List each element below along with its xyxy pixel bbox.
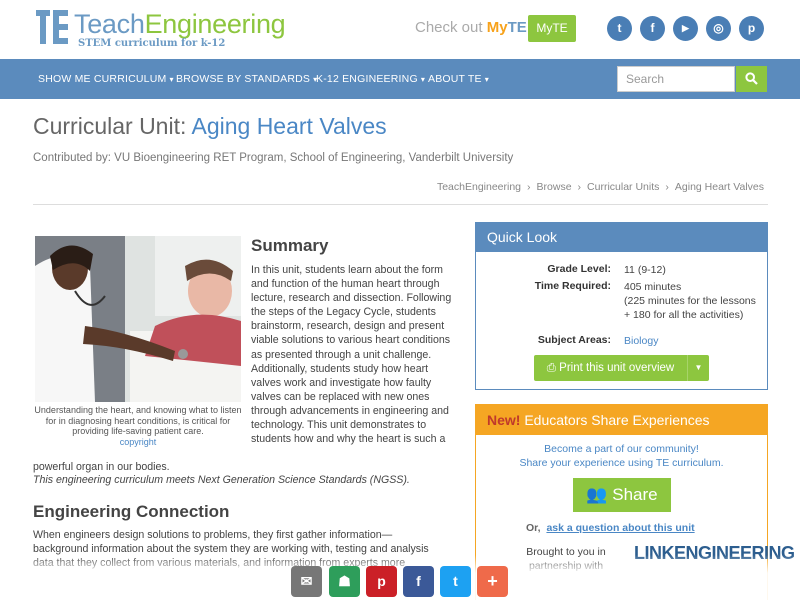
search-icon	[745, 72, 758, 85]
nav-browse-by-standards[interactable]: BROWSE BY STANDARDS ▾	[176, 59, 317, 99]
myte-promo: Check out MyTE	[415, 19, 527, 36]
nav-show-me-curriculum[interactable]: SHOW ME CURRICULUM ▾	[38, 59, 174, 99]
breadcrumb-current: Aging Heart Valves	[674, 181, 764, 193]
site-header: TeachEngineering STEM curriculum for k-1…	[0, 0, 800, 58]
quick-look-heading: Quick Look	[476, 223, 767, 252]
grade-level-label: Grade Level:	[547, 263, 611, 275]
nav-about-te[interactable]: ABOUT TE ▾	[428, 59, 489, 99]
logo-text-teach: Teach	[74, 9, 145, 39]
breadcrumb-home[interactable]: TeachEngineering	[437, 181, 521, 193]
pinterest-share-icon[interactable]: p	[366, 566, 397, 597]
share-bar-fade	[0, 555, 800, 600]
grade-level-value: 11 (9-12)	[624, 264, 666, 276]
print-icon: ⎙	[546, 362, 560, 374]
myte-button[interactable]: MyTE	[528, 15, 576, 42]
divider	[33, 204, 768, 205]
te-logo-mark	[36, 10, 70, 44]
copyright-link[interactable]: copyright	[120, 437, 157, 447]
logo-tagline: STEM curriculum for k-12	[78, 38, 226, 49]
breadcrumb-browse[interactable]: Browse	[537, 181, 572, 193]
myte-te: TE	[507, 19, 527, 36]
youtube-icon[interactable]: ▶	[673, 16, 698, 41]
time-required-activities: + 180 for all the activities)	[624, 309, 744, 321]
logo-text-engineering: Engineering	[144, 9, 286, 39]
time-required-lessons: (225 minutes for the lessons	[624, 295, 756, 307]
search-button[interactable]	[736, 66, 767, 92]
google-classroom-icon[interactable]: ☗	[329, 566, 360, 597]
ngss-note: This engineering curriculum meets Next G…	[33, 474, 410, 486]
page-title: Curricular Unit: Aging Heart Valves	[33, 113, 387, 139]
breadcrumb-curricular-units[interactable]: Curricular Units	[587, 181, 659, 193]
twitter-icon[interactable]: t	[607, 16, 632, 41]
instagram-icon[interactable]: ◎	[706, 16, 731, 41]
nav-k12-engineering[interactable]: K-12 ENGINEERING ▾	[316, 59, 425, 99]
search-input[interactable]: Search	[617, 66, 735, 92]
summary-text: In this unit, students learn about the f…	[251, 264, 452, 446]
chevron-down-icon: ▾	[169, 75, 174, 84]
twitter-share-icon[interactable]: t	[440, 566, 471, 597]
subject-biology-link[interactable]: Biology	[624, 334, 658, 348]
chevron-down-icon: ▾	[484, 75, 489, 84]
time-required-value: 405 minutes	[624, 281, 682, 293]
summary-text-end: powerful organ in our bodies.	[33, 461, 170, 473]
quick-look-panel: Quick Look Grade Level: 11 (9-12) Time R…	[475, 222, 768, 390]
caret-down-icon: ▼	[694, 363, 703, 372]
myte-my: My	[486, 19, 508, 36]
ask-question-line: Or, ask a question about this unit	[526, 522, 695, 534]
share-heading: New! Educators Share Experiences	[476, 405, 767, 435]
summary-heading: Summary	[251, 236, 329, 255]
print-unit-button[interactable]: ⎙ Print this unit overview ▼	[534, 355, 709, 381]
teachengineering-logo[interactable]: TeachEngineering STEM curriculum for k-1…	[36, 9, 286, 49]
engineering-connection-heading: Engineering Connection	[33, 502, 230, 521]
time-required-label: Time Required:	[534, 280, 611, 292]
pinterest-icon[interactable]: p	[739, 16, 764, 41]
more-share-icon[interactable]: +	[477, 566, 508, 597]
main-nav: SHOW ME CURRICULUM ▾ BROWSE BY STANDARDS ▾…	[0, 59, 800, 99]
ask-question-link[interactable]: ask a question about this unit	[546, 522, 694, 534]
photo-caption: Understanding the heart, and knowing wha…	[34, 405, 242, 447]
breadcrumb: TeachEngineering › Browse › Curricular Units…	[436, 181, 764, 193]
summary-photo	[35, 236, 241, 402]
facebook-icon[interactable]: f	[640, 16, 665, 41]
subject-areas-label: Subject Areas:	[537, 334, 611, 346]
chevron-down-icon: ▾	[420, 75, 426, 84]
contributed-by: Contributed by: VU Bioengineering RET Pr…	[33, 152, 514, 164]
share-invite: Share your experience using TE curriculu…	[519, 457, 724, 469]
facebook-share-icon[interactable]: f	[403, 566, 434, 597]
share-button[interactable]: 👥 Share	[573, 478, 671, 512]
print-dropdown-toggle[interactable]: ▼	[687, 355, 709, 381]
community-invite: Become a part of our community!	[544, 443, 699, 455]
users-icon: 👥	[586, 485, 613, 504]
email-icon[interactable]: ✉	[291, 566, 322, 597]
